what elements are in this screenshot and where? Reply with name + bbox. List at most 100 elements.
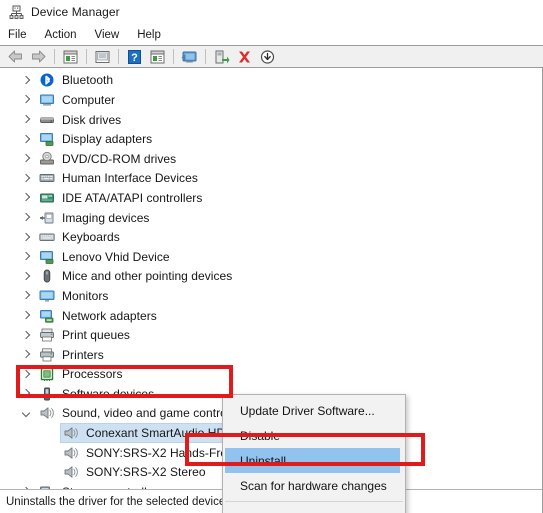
tree-item[interactable]: Imaging devices (0, 208, 542, 228)
chevron-right-icon[interactable] (20, 73, 34, 87)
chevron-right-icon[interactable] (20, 113, 34, 127)
tree-item[interactable]: Monitors (0, 286, 542, 306)
tree-item-label-box[interactable]: Mice and other pointing devices (37, 267, 236, 285)
tree-item-label-box[interactable]: IDE ATA/ATAPI controllers (37, 189, 206, 207)
tree-item-label-box[interactable]: Disk drives (37, 111, 125, 129)
tree-item[interactable]: Print queues (0, 325, 542, 345)
tree-item-label-box[interactable]: Monitors (37, 287, 112, 305)
processor-icon (39, 366, 55, 382)
tree-item[interactable]: Computer (0, 90, 542, 110)
tree-item-label: SONY:SRS-X2 Stereo (86, 465, 206, 480)
tree-item-label-box[interactable]: DVD/CD-ROM drives (37, 150, 180, 168)
tree-item-label-box[interactable]: Keyboards (37, 228, 124, 246)
context-menu-item[interactable]: Scan for hardware changes (223, 473, 405, 498)
tree-item-label-box[interactable]: Computer (37, 91, 119, 109)
menu-help[interactable]: Help (137, 27, 170, 43)
menu-view[interactable]: View (95, 27, 129, 43)
chevron-right-icon[interactable] (20, 289, 34, 303)
tree-item-label-box[interactable]: Batteries (37, 68, 114, 70)
uninstall-x-icon[interactable] (234, 47, 255, 66)
toolbar-separator (86, 49, 87, 64)
menu-bar: File Action View Help (0, 25, 543, 45)
chevron-right-icon[interactable] (20, 191, 34, 205)
tree-item[interactable]: Human Interface Devices (0, 169, 542, 189)
chevron-right-icon[interactable] (20, 367, 34, 381)
tree-item[interactable]: Disk drives (0, 110, 542, 130)
tree-item-label: DVD/CD-ROM drives (62, 151, 177, 166)
device-properties-icon[interactable] (147, 47, 168, 66)
tree-item-label-box[interactable]: Software devices (37, 385, 158, 403)
chevron-right-icon[interactable] (20, 230, 34, 244)
context-menu-item[interactable]: Properties (223, 505, 405, 513)
imaging-device-icon (39, 210, 55, 226)
toolbar-separator (205, 49, 206, 64)
chevron-down-icon[interactable] (20, 406, 34, 420)
menu-file[interactable]: File (8, 27, 36, 43)
context-menu-item[interactable]: Uninstall (225, 448, 400, 473)
tree-item-label-box[interactable]: Printers (37, 346, 108, 364)
speaker-icon (63, 445, 79, 461)
chevron-right-icon[interactable] (20, 93, 34, 107)
tree-item-label-box[interactable]: Display adapters (37, 130, 156, 148)
forward-arrow-icon[interactable] (28, 47, 49, 66)
tree-item-label-box[interactable]: Conexant SmartAudio HD (59, 423, 231, 444)
tree-item-label-box[interactable]: Network adapters (37, 307, 161, 325)
tree-item-label-box[interactable]: Bluetooth (37, 71, 117, 89)
tree-item-label-box[interactable]: SONY:SRS-X2 Stereo (61, 463, 210, 481)
properties-window-icon[interactable] (60, 47, 81, 66)
tree-item-label: Keyboards (62, 230, 120, 245)
tree-item-label-box[interactable]: Human Interface Devices (37, 169, 202, 187)
tree-item[interactable]: Display adapters (0, 129, 542, 149)
tree-item[interactable]: Processors (0, 365, 542, 385)
dvd-drive-icon (39, 151, 55, 167)
tree-item-label: Mice and other pointing devices (62, 269, 233, 284)
tree-item-label-box[interactable]: Imaging devices (37, 209, 153, 227)
svg-text:?: ? (131, 52, 138, 64)
network-adapter-icon (39, 308, 55, 324)
chevron-right-icon[interactable] (20, 328, 34, 342)
tree-item-label-box[interactable]: Lenovo Vhid Device (37, 248, 174, 266)
chevron-right-icon[interactable] (20, 269, 34, 283)
ide-controller-icon (39, 190, 55, 206)
tree-item[interactable]: Lenovo Vhid Device (0, 247, 542, 267)
tree-item-label: Printers (62, 347, 104, 362)
hid-icon (39, 170, 55, 186)
speaker-icon (63, 425, 79, 441)
tree-item-label-box[interactable]: Sound, video and game controllers (37, 404, 253, 422)
tree-item[interactable]: Keyboards (0, 227, 542, 247)
show-hidden-devices-icon[interactable] (92, 47, 113, 66)
disable-device-icon[interactable] (257, 47, 278, 66)
tree-item[interactable]: IDE ATA/ATAPI controllers (0, 188, 542, 208)
chevron-right-icon[interactable] (20, 152, 34, 166)
tree-item-label-box[interactable]: SONY:SRS-X2 Hands-Free (61, 444, 238, 462)
tree-item-label: Software devices (62, 386, 155, 401)
scan-hardware-changes-icon[interactable] (211, 47, 232, 66)
bluetooth-icon (39, 72, 55, 88)
tree-item[interactable]: Bluetooth (0, 71, 542, 91)
tree-item[interactable]: Mice and other pointing devices (0, 267, 542, 287)
chevron-right-icon[interactable] (20, 309, 34, 323)
menu-action[interactable]: Action (45, 27, 86, 43)
chevron-right-icon[interactable] (20, 250, 34, 264)
chevron-right-icon[interactable] (20, 211, 34, 225)
tree-item[interactable]: Printers (0, 345, 542, 365)
tree-item[interactable]: Network adapters (0, 306, 542, 326)
chevron-right-icon[interactable] (20, 387, 34, 401)
tree-item-label-box[interactable]: Processors (37, 365, 127, 383)
back-arrow-icon[interactable] (5, 47, 26, 66)
context-menu-item[interactable]: Disable (223, 423, 405, 448)
tree-item-label: Display adapters (62, 132, 153, 147)
help-question-icon[interactable]: ? (124, 47, 145, 66)
chevron-right-icon[interactable] (20, 348, 34, 362)
tree-item[interactable]: DVD/CD-ROM drives (0, 149, 542, 169)
speaker-icon (63, 464, 79, 480)
context-menu-item[interactable]: Update Driver Software... (223, 398, 405, 423)
tree-item-label-box[interactable]: Print queues (37, 326, 134, 344)
context-menu[interactable]: Update Driver Software... Disable Uninstal… (222, 394, 406, 513)
tree-item-label: Bluetooth (62, 73, 114, 88)
chevron-right-icon[interactable] (20, 171, 34, 185)
chevron-right-icon[interactable] (20, 132, 34, 146)
update-driver-monitor-icon[interactable] (179, 47, 200, 66)
display-adapter-icon (39, 131, 55, 147)
